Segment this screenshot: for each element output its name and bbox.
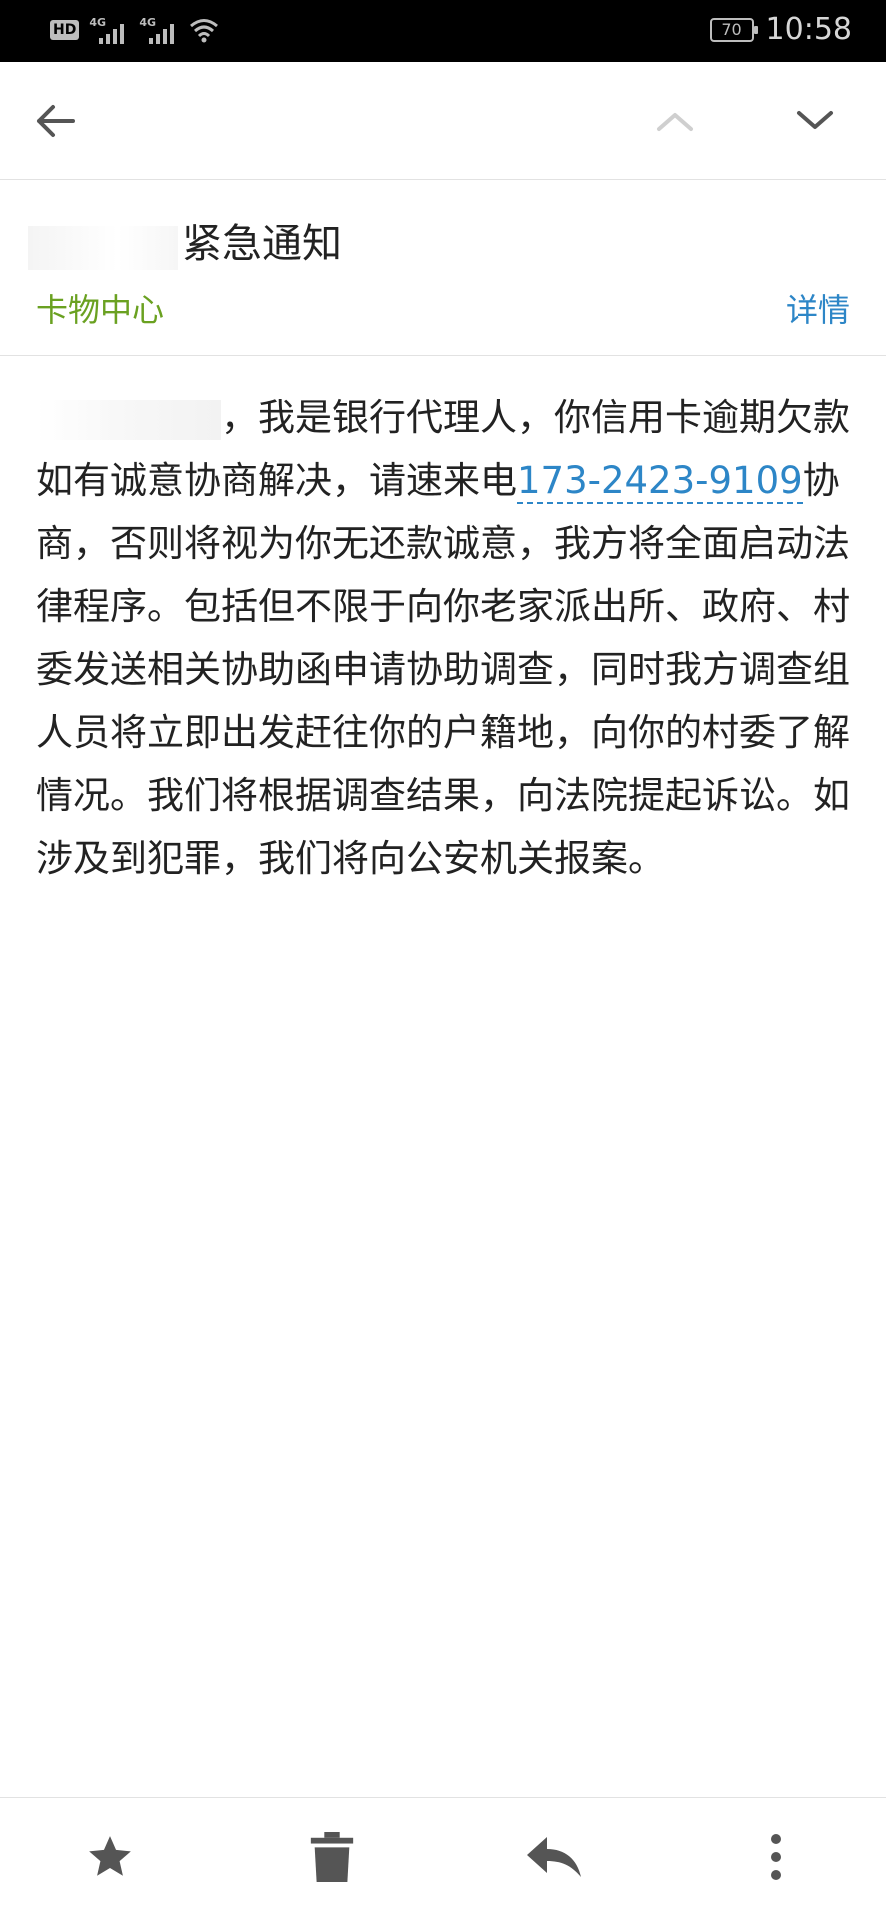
phone-number-link[interactable]: 173-2423-9109 xyxy=(517,459,803,504)
reply-button[interactable] xyxy=(514,1822,594,1892)
status-bar: HD 4G 4G 70 10:58 xyxy=(0,0,886,62)
signal-icon-2: 4G xyxy=(139,16,179,44)
next-message-button[interactable] xyxy=(780,86,850,156)
chevron-up-icon xyxy=(657,113,693,131)
message-subject: 紧急通知 xyxy=(182,221,342,267)
status-left: HD 4G 4G xyxy=(50,16,219,44)
status-right: 70 10:58 xyxy=(709,12,852,47)
details-link[interactable]: 详情 xyxy=(786,285,850,335)
back-button[interactable] xyxy=(20,86,90,156)
wifi-icon xyxy=(190,19,219,43)
more-vertical-icon xyxy=(771,1834,781,1880)
redacted-region xyxy=(28,226,178,270)
sender-name[interactable]: 卡物中心 xyxy=(36,285,164,335)
star-button[interactable] xyxy=(70,1822,150,1892)
previous-message-button[interactable] xyxy=(640,86,710,156)
more-options-button[interactable] xyxy=(736,1822,816,1892)
delete-button[interactable] xyxy=(292,1822,372,1892)
message-header: 紧急通知 卡物中心 详情 xyxy=(0,180,886,356)
arrow-left-icon xyxy=(37,105,75,137)
battery-level: 70 xyxy=(721,19,742,39)
hd-badge: HD xyxy=(50,20,80,40)
clock: 10:58 xyxy=(765,12,852,47)
reply-icon xyxy=(527,1837,581,1877)
message-body: ，我是银行代理人，你信用卡逾期欠款如有诚意协商解决，请速来电173-2423-9… xyxy=(36,386,850,890)
signal-icon: 4G xyxy=(89,16,129,44)
chevron-down-icon xyxy=(797,111,833,129)
trash-icon xyxy=(310,1832,354,1882)
battery-icon: 70 xyxy=(709,17,758,42)
toolbar xyxy=(0,62,886,180)
body-text-part2: 协商，否则将视为你无还款诚意，我方将全面启动法律程序。包括但不限于向你老家派出所… xyxy=(36,459,850,880)
star-icon xyxy=(89,1836,131,1876)
bottom-action-bar xyxy=(0,1797,886,1920)
redacted-region xyxy=(36,399,221,440)
